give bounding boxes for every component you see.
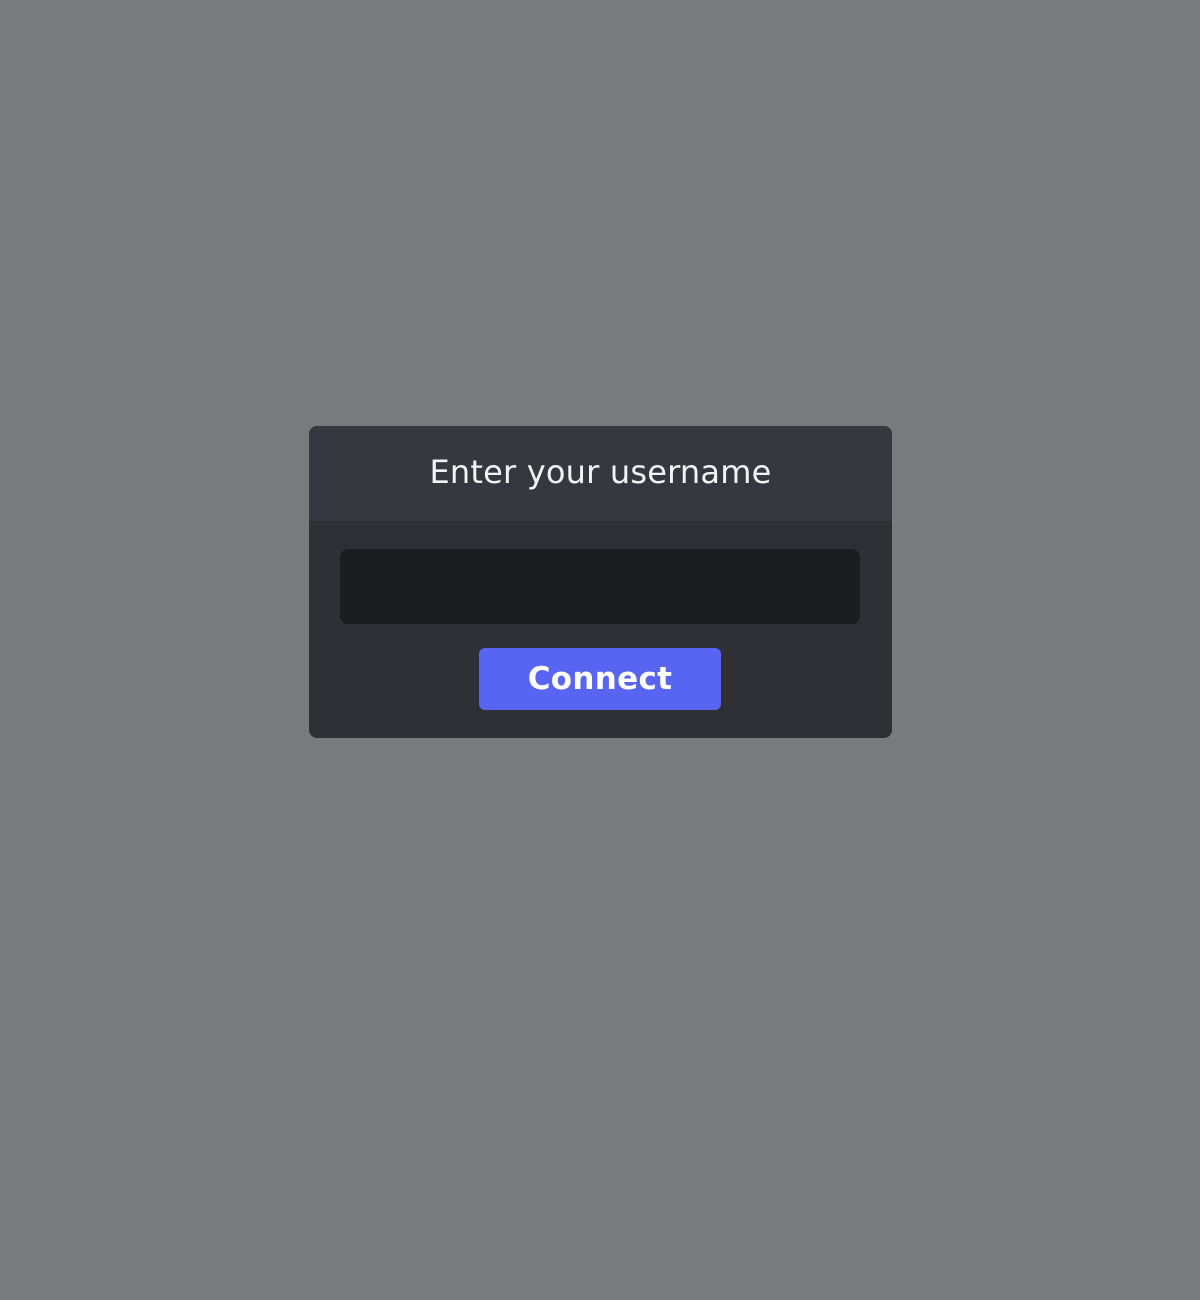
dialog-title: Enter your username: [429, 452, 772, 491]
dialog-header: Enter your username: [309, 426, 892, 522]
username-input[interactable]: [340, 549, 860, 624]
dialog-body: Connect: [309, 522, 892, 738]
username-dialog: Enter your username Connect: [309, 426, 892, 738]
connect-button[interactable]: Connect: [479, 648, 721, 710]
